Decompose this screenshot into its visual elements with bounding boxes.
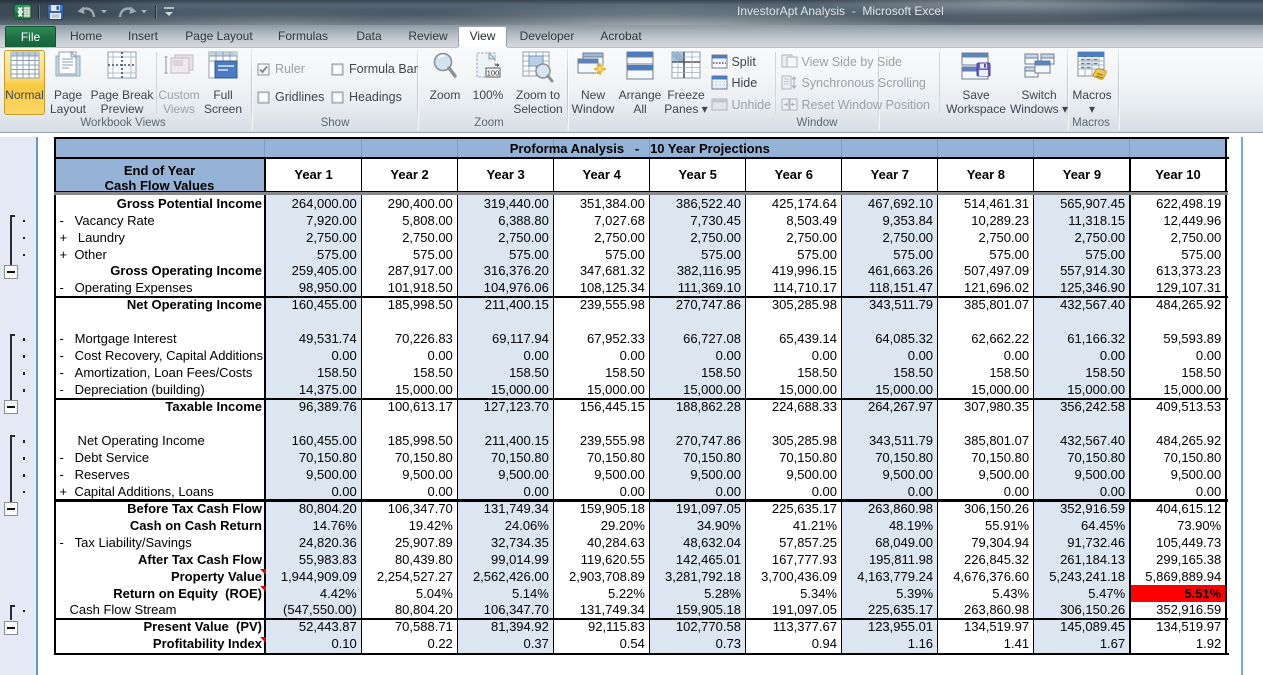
svg-text:100: 100 [487, 69, 500, 78]
